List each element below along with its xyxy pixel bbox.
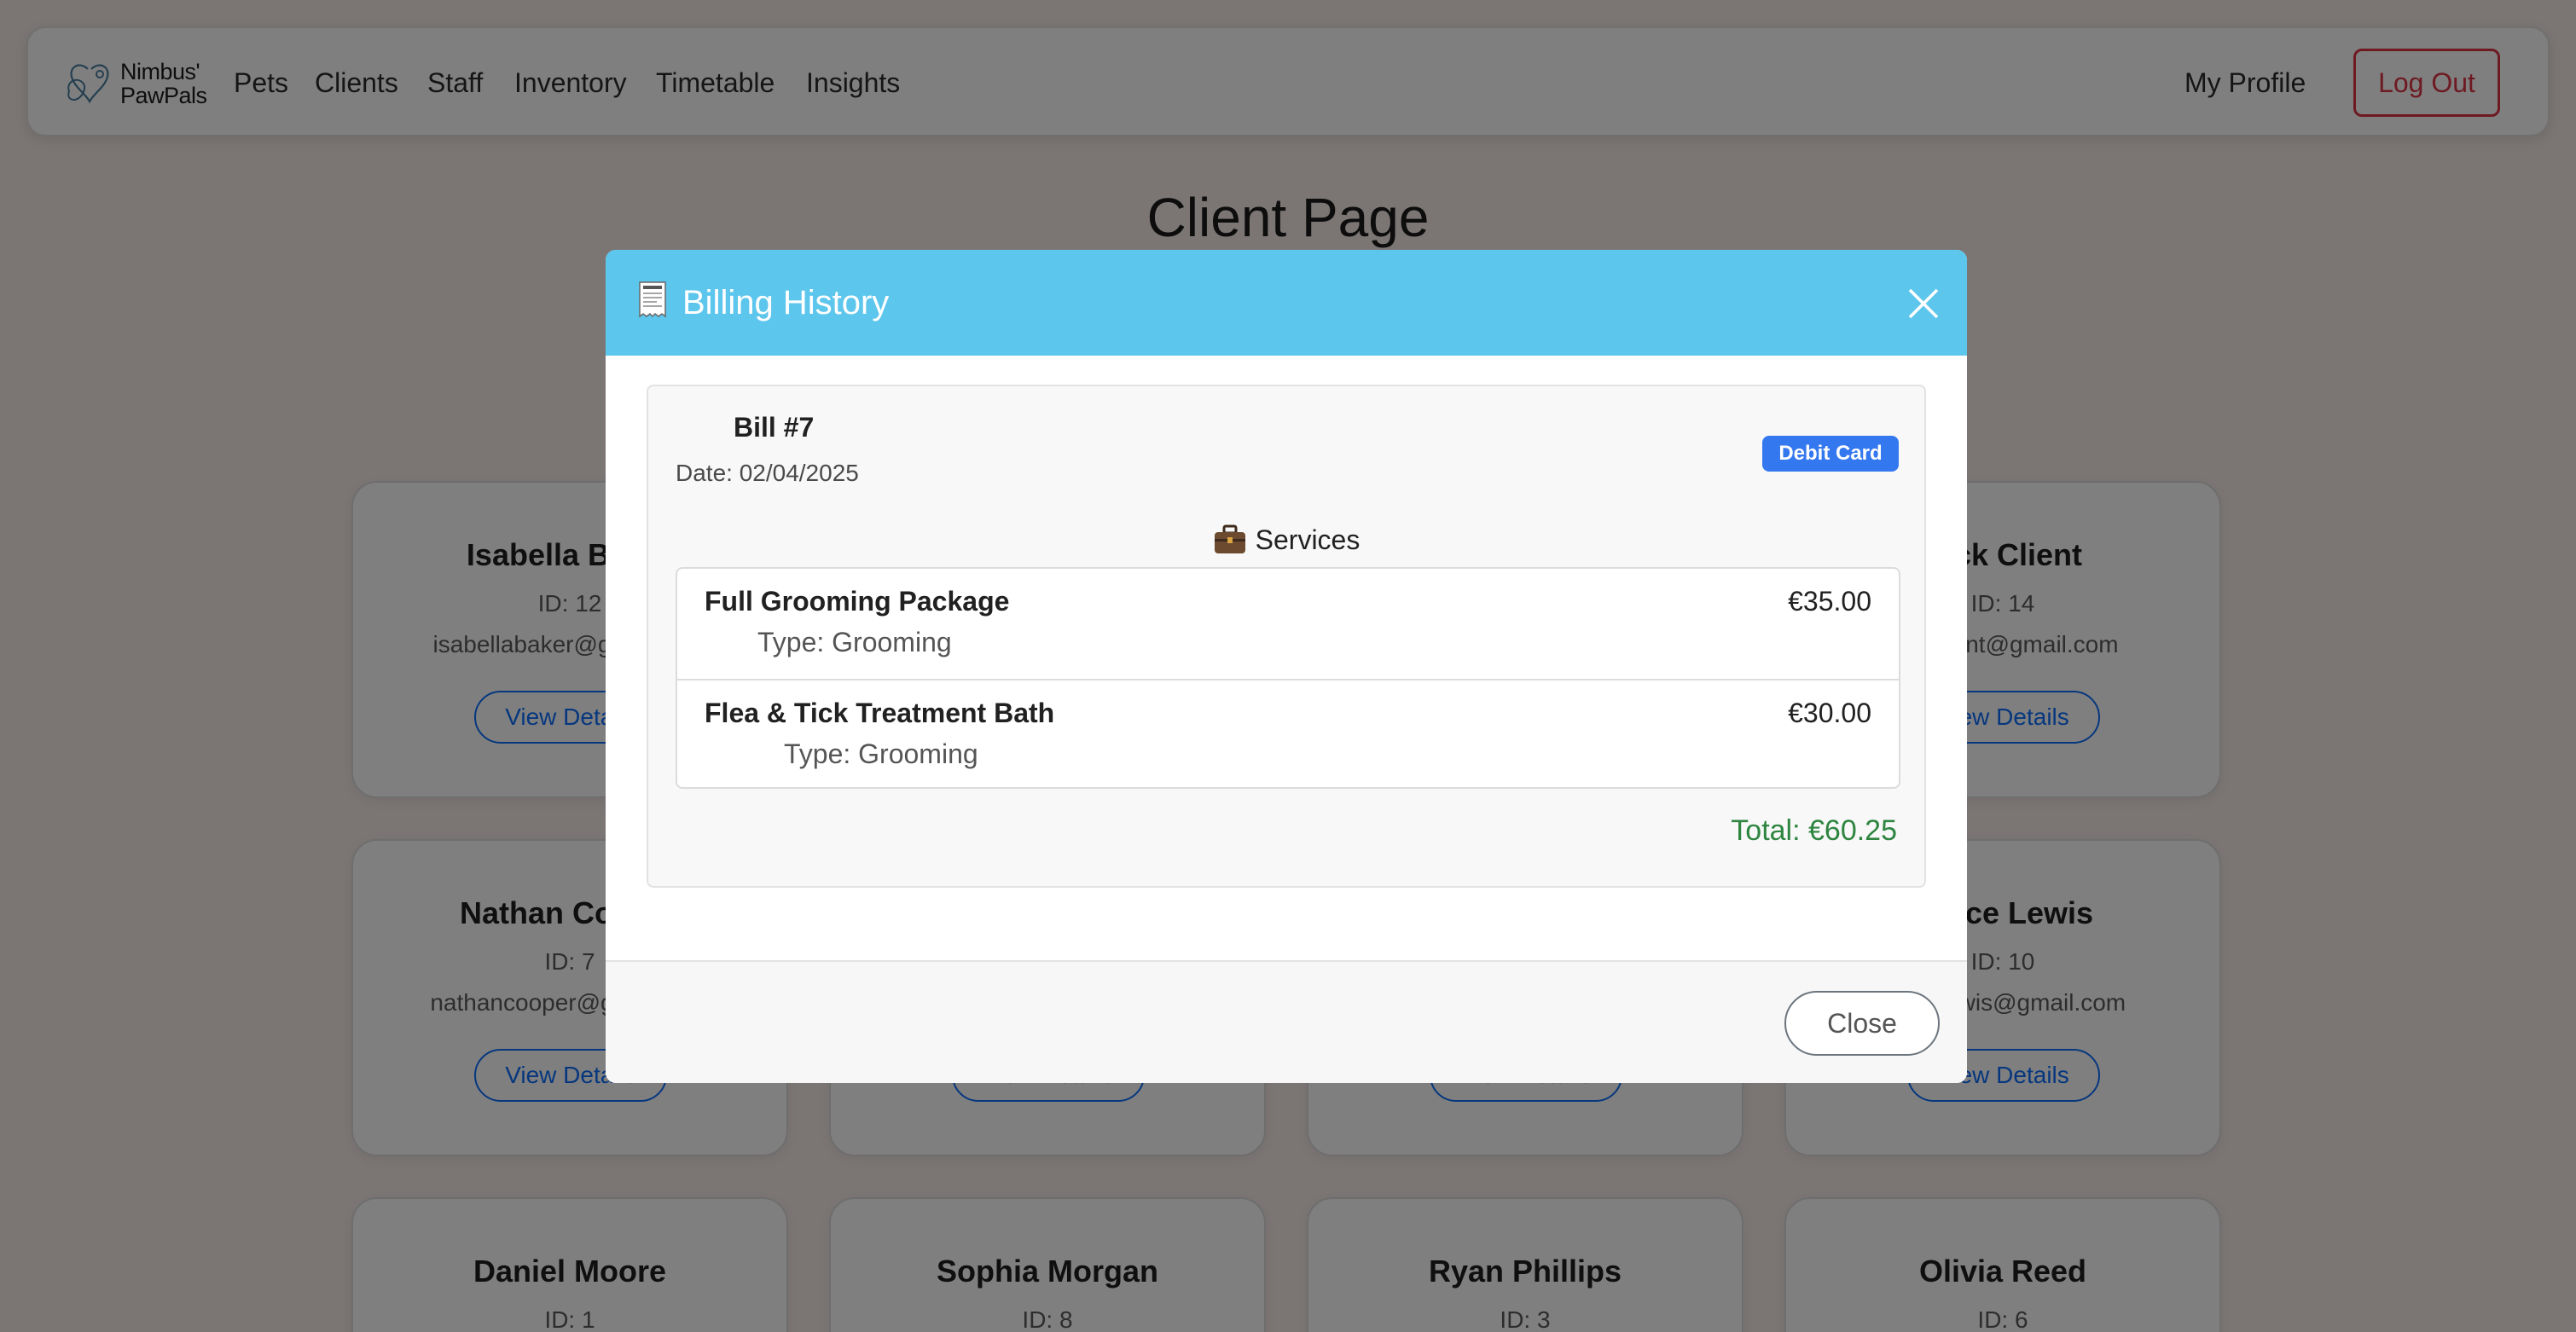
briefcase-icon <box>1214 524 1245 553</box>
service-price: €35.00 <box>1788 586 1871 617</box>
service-price: €30.00 <box>1788 698 1871 728</box>
billing-history-modal: Billing History Bill #7 Date: 02/04/2025… <box>606 250 1967 1083</box>
modal-header: Billing History <box>606 250 1967 356</box>
list-item: Flea & Tick Treatment Bath Type: Groomin… <box>677 679 1899 789</box>
service-type: Type: Grooming <box>757 627 952 657</box>
services-list: Full Grooming Package Type: Grooming €35… <box>676 567 1900 789</box>
bill-total: Total: €60.25 <box>1731 814 1897 847</box>
modal-footer: Close <box>606 960 1967 1083</box>
list-item: Full Grooming Package Type: Grooming €35… <box>677 569 1899 679</box>
close-icon[interactable] <box>1907 287 1940 320</box>
services-heading: Services <box>648 521 1924 559</box>
close-button[interactable]: Close <box>1784 991 1940 1056</box>
service-type: Type: Grooming <box>784 738 978 769</box>
receipt-icon <box>639 281 666 318</box>
service-name: Full Grooming Package <box>705 586 1010 617</box>
bill-number: Bill #7 <box>734 412 815 443</box>
bill-date: Date: 02/04/2025 <box>676 460 859 486</box>
bill-card: Bill #7 Date: 02/04/2025 Debit Card Serv… <box>647 385 1926 888</box>
services-heading-label: Services <box>1255 524 1361 555</box>
modal-title: Billing History <box>682 284 890 321</box>
payment-method-badge: Debit Card <box>1762 436 1899 472</box>
service-name: Flea & Tick Treatment Bath <box>705 698 1055 728</box>
